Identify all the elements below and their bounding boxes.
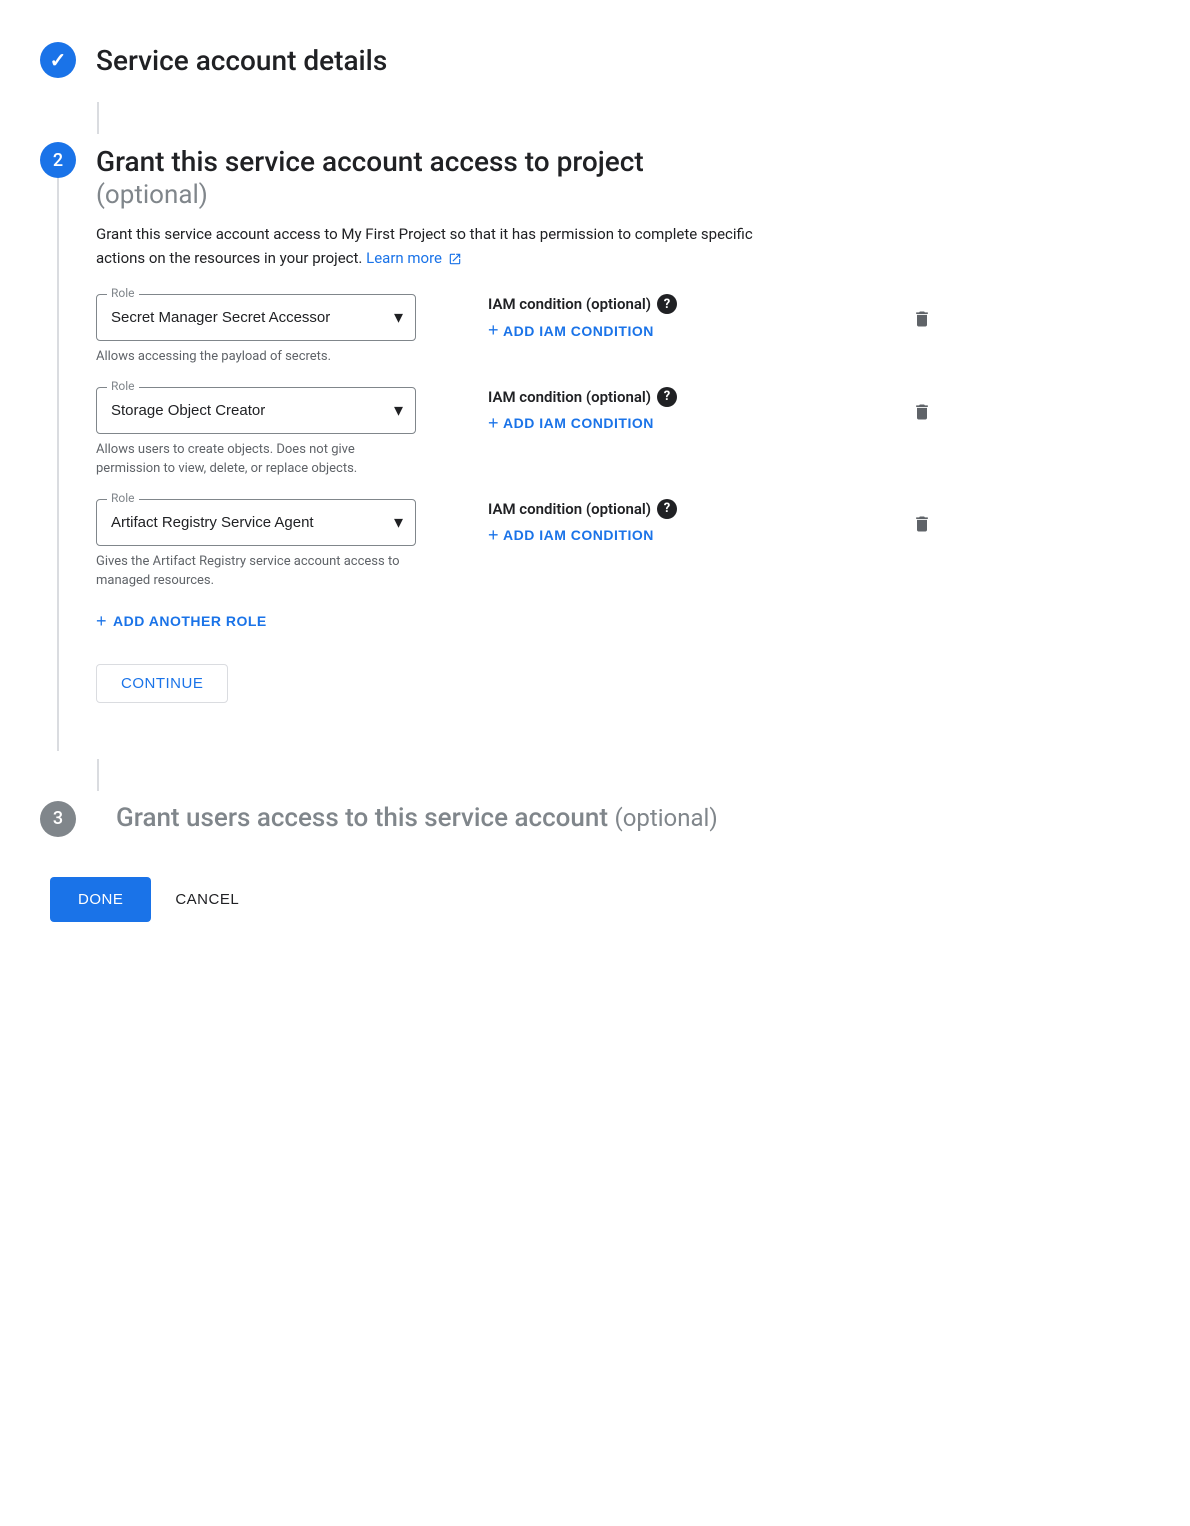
step1-icon: ✓	[40, 42, 76, 78]
step3-row: 3 Grant users access to this service acc…	[40, 799, 940, 837]
role-row-3: Role Artifact Registry Service Agent ▾ G…	[96, 499, 940, 591]
step2-title-optional: (optional)	[96, 180, 208, 210]
add-another-role-button[interactable]: + ADD ANOTHER ROLE	[96, 611, 267, 632]
role-left-2: Role Storage Object Creator ▾ Allows use…	[96, 387, 456, 479]
role-left-1: Role Secret Manager Secret Accessor ▾ Al…	[96, 294, 456, 367]
add-iam-condition-button-1[interactable]: + ADD IAM CONDITION	[488, 320, 654, 341]
iam-condition-label-2: IAM condition (optional) ?	[488, 387, 888, 407]
delete-role-button-1[interactable]	[904, 300, 940, 344]
role-select-1[interactable]: Secret Manager Secret Accessor	[97, 295, 415, 340]
step2-description: Grant this service account access to My …	[96, 222, 796, 270]
trash-icon-1	[912, 308, 932, 330]
iam-condition-1: IAM condition (optional) ? + ADD IAM CON…	[488, 294, 888, 341]
role-row-2: Role Storage Object Creator ▾ Allows use…	[96, 387, 940, 479]
role-select-wrapper-3: Role Artifact Registry Service Agent ▾	[96, 499, 416, 546]
role-left-3: Role Artifact Registry Service Agent ▾ G…	[96, 499, 456, 591]
continue-button[interactable]: CONTINUE	[96, 664, 228, 703]
step2-title: Grant this service account access to pro…	[96, 145, 644, 178]
iam-condition-3: IAM condition (optional) ? + ADD IAM CON…	[488, 499, 888, 546]
role-description-2: Allows users to create objects. Does not…	[96, 440, 416, 479]
add-iam-condition-button-2[interactable]: + ADD IAM CONDITION	[488, 413, 654, 434]
cancel-button[interactable]: CANCEL	[175, 877, 239, 922]
iam-condition-2: IAM condition (optional) ? + ADD IAM CON…	[488, 387, 888, 434]
role-right-1: IAM condition (optional) ? + ADD IAM CON…	[488, 294, 940, 344]
role-select-wrapper-1: Role Secret Manager Secret Accessor ▾	[96, 294, 416, 341]
step2-section: 2 Grant this service account access to p…	[40, 142, 940, 751]
connector-line-2	[97, 759, 99, 791]
add-role-plus-icon: +	[96, 611, 107, 632]
delete-role-button-2[interactable]	[904, 393, 940, 437]
iam-condition-label-3: IAM condition (optional) ?	[488, 499, 888, 519]
iam-condition-label-1: IAM condition (optional) ?	[488, 294, 888, 314]
role-right-3: IAM condition (optional) ? + ADD IAM CON…	[488, 499, 940, 549]
role-float-label-3: Role	[107, 491, 139, 505]
step2-icon: 2	[40, 142, 76, 178]
step2-left-col: 2	[40, 142, 76, 751]
step3-icon: 3	[40, 801, 76, 837]
role-select-3[interactable]: Artifact Registry Service Agent	[97, 500, 415, 545]
role-select-wrapper-2: Role Storage Object Creator ▾	[96, 387, 416, 434]
role-row-1: Role Secret Manager Secret Accessor ▾ Al…	[96, 294, 940, 367]
role-description-3: Gives the Artifact Registry service acco…	[96, 552, 416, 591]
roles-section: Role Secret Manager Secret Accessor ▾ Al…	[96, 294, 940, 591]
connector-line-1	[97, 102, 99, 134]
add-iam-condition-button-3[interactable]: + ADD IAM CONDITION	[488, 525, 654, 546]
iam-help-icon-2[interactable]: ?	[657, 387, 677, 407]
external-link-icon	[448, 252, 462, 266]
done-button[interactable]: DONE	[50, 877, 151, 922]
delete-role-button-3[interactable]	[904, 505, 940, 549]
plus-icon-3: +	[488, 525, 499, 546]
learn-more-link[interactable]: Learn more	[366, 249, 462, 267]
plus-icon-2: +	[488, 413, 499, 434]
iam-help-icon-3[interactable]: ?	[657, 499, 677, 519]
step3-title-optional: (optional)	[614, 804, 717, 832]
iam-help-icon-1[interactable]: ?	[657, 294, 677, 314]
bottom-buttons: DONE CANCEL	[40, 877, 940, 922]
trash-icon-3	[912, 513, 932, 535]
role-float-label-2: Role	[107, 379, 139, 393]
role-right-2: IAM condition (optional) ? + ADD IAM CON…	[488, 387, 940, 437]
role-description-1: Allows accessing the payload of secrets.	[96, 347, 416, 367]
checkmark-icon: ✓	[50, 48, 67, 72]
step3-title-container: Grant users access to this service accou…	[116, 803, 718, 833]
step3-title: Grant users access to this service accou…	[116, 803, 614, 833]
step2-connector	[57, 178, 59, 751]
step1-row: ✓ Service account details	[40, 40, 940, 78]
role-select-2[interactable]: Storage Object Creator	[97, 388, 415, 433]
step1-title: Service account details	[96, 40, 387, 77]
role-float-label-1: Role	[107, 286, 139, 300]
trash-icon-2	[912, 401, 932, 423]
plus-icon-1: +	[488, 320, 499, 341]
step2-content: Grant this service account access to pro…	[96, 142, 940, 751]
